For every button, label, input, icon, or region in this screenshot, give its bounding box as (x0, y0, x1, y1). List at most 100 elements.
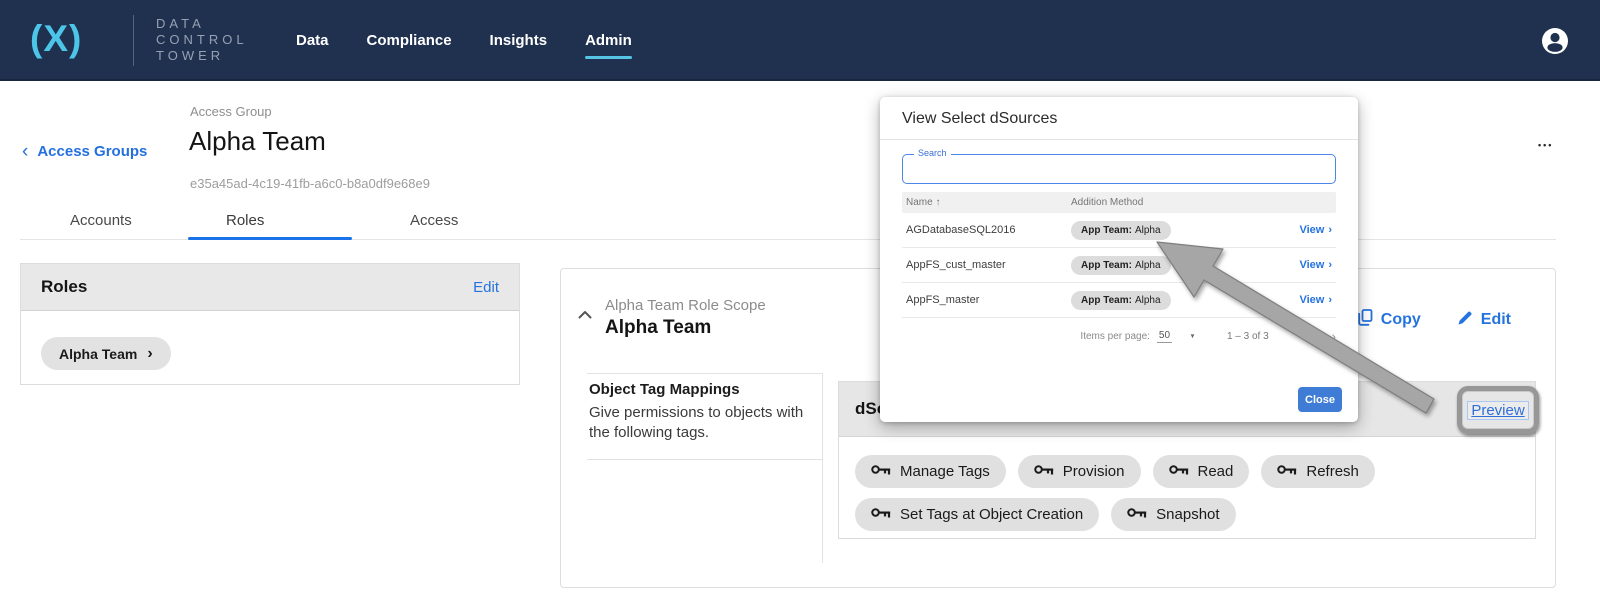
permission-chip-label: Set Tags at Object Creation (900, 506, 1083, 523)
permission-chip-label: Read (1198, 463, 1234, 480)
nav-item-compliance[interactable]: Compliance (367, 26, 452, 55)
active-tab-underline (188, 237, 352, 240)
view-link[interactable]: View › (1299, 259, 1332, 271)
back-to-access-groups-link[interactable]: ‹ Access Groups (22, 143, 147, 160)
dsources-table: Name ↑ Addition Method AGDatabaseSQL2016… (902, 192, 1336, 318)
search-input[interactable] (903, 155, 1335, 183)
role-scope-title: Alpha Team (605, 317, 711, 339)
dsource-name: AGDatabaseSQL2016 (906, 224, 1071, 236)
sort-ascending-icon: ↑ (935, 197, 940, 208)
search-field: Search (902, 154, 1336, 184)
chevron-right-icon: › (1328, 224, 1332, 236)
next-page-icon[interactable]: › (1331, 328, 1336, 344)
nav-divider (133, 15, 134, 66)
primary-nav: Data Compliance Insights Admin (296, 0, 632, 81)
dsources-permission-chips: Manage Tags Provision Read Refresh Set T… (839, 437, 1535, 549)
modal-title: View Select dSources (880, 97, 1358, 140)
brand-line: DATA (156, 16, 248, 32)
chevron-right-icon: › (1328, 259, 1332, 271)
dsource-name: AppFS_cust_master (906, 259, 1071, 271)
permission-chip-provision[interactable]: Provision (1018, 455, 1141, 488)
brand-line: CONTROL (156, 32, 248, 48)
page-range-label: 1 – 3 of 3 (1227, 331, 1269, 342)
dsource-name: AppFS_master (906, 294, 1071, 306)
access-group-eyebrow: Access Group (190, 104, 272, 119)
caret-down-icon[interactable]: ▼ (1189, 333, 1195, 340)
role-chip-alpha-team[interactable]: Alpha Team › (41, 337, 171, 370)
roles-panel-header: Roles Edit (21, 264, 519, 311)
user-avatar-icon[interactable] (1540, 26, 1570, 56)
copy-icon (1358, 309, 1373, 331)
table-row: AppFS_cust_master App Team:Alpha View › (902, 248, 1336, 283)
column-name-label: Name (906, 197, 933, 208)
brand-line: TOWER (156, 48, 248, 64)
permission-chip-label: Provision (1063, 463, 1125, 480)
preview-link[interactable]: Preview (1467, 401, 1528, 420)
pagination: Items per page: 50 ▼ 1 – 3 of 3 ‹ › (902, 328, 1336, 344)
edit-button-label: Edit (1481, 311, 1511, 329)
collapse-chevron-up-icon[interactable] (578, 306, 592, 324)
addition-method-pill: App Team:Alpha (1071, 221, 1171, 240)
view-link-label: View (1299, 259, 1324, 271)
divider (587, 373, 822, 374)
addition-method-value: Alpha (1135, 225, 1161, 236)
addition-method-pill: App Team:Alpha (1071, 256, 1171, 275)
page-title: Alpha Team (189, 126, 326, 157)
chevron-right-icon: › (147, 345, 152, 363)
top-navigation-bar: (X) DATA CONTROL TOWER Data Compliance I… (0, 0, 1600, 81)
column-header-name[interactable]: Name ↑ (906, 197, 1071, 208)
permission-chip-set-tags-at-object-creation[interactable]: Set Tags at Object Creation (855, 498, 1099, 531)
permission-chip-label: Manage Tags (900, 463, 990, 480)
divider (822, 373, 823, 563)
permission-chip-snapshot[interactable]: Snapshot (1111, 498, 1235, 531)
table-row: AGDatabaseSQL2016 App Team:Alpha View › (902, 213, 1336, 248)
divider (587, 459, 822, 460)
key-icon (1127, 506, 1147, 523)
tab-roles[interactable]: Roles (226, 212, 264, 229)
copy-button-label: Copy (1381, 311, 1421, 329)
addition-method-value: Alpha (1135, 295, 1161, 306)
page: (X) DATA CONTROL TOWER Data Compliance I… (0, 0, 1600, 616)
pencil-icon (1457, 310, 1473, 331)
permission-chip-label: Snapshot (1156, 506, 1219, 523)
tab-accounts[interactable]: Accounts (70, 212, 132, 229)
permission-chip-refresh[interactable]: Refresh (1261, 455, 1375, 488)
back-link-label: Access Groups (37, 143, 147, 160)
permission-chip-label: Refresh (1306, 463, 1359, 480)
previous-page-icon[interactable]: ‹ (1301, 328, 1306, 344)
key-icon (871, 506, 891, 523)
permission-chip-manage-tags[interactable]: Manage Tags (855, 455, 1006, 488)
view-link[interactable]: View› (1299, 294, 1332, 306)
chevron-left-icon: ‹ (22, 144, 28, 159)
view-link[interactable]: View › (1299, 224, 1332, 236)
brand-logo-icon[interactable]: (X) (30, 18, 82, 60)
items-per-page-value[interactable]: 50 (1157, 330, 1172, 343)
view-select-dsources-modal: View Select dSources Search Name ↑ Addit… (880, 97, 1358, 422)
overflow-menu-icon[interactable]: ••• (1538, 140, 1553, 150)
object-tag-mappings-description: Give permissions to objects with the fol… (589, 403, 807, 443)
roles-edit-button[interactable]: Edit (473, 279, 499, 296)
view-link-label: View (1299, 294, 1324, 306)
object-tag-mappings-title: Object Tag Mappings (589, 381, 740, 398)
tab-access[interactable]: Access (410, 212, 458, 229)
addition-method-value: Alpha (1135, 260, 1161, 271)
key-icon (871, 463, 891, 480)
search-field-label: Search (914, 148, 951, 158)
nav-item-admin[interactable]: Admin (585, 26, 632, 55)
copy-button[interactable]: Copy (1358, 309, 1421, 331)
nav-item-data[interactable]: Data (296, 26, 329, 55)
nav-item-insights[interactable]: Insights (490, 26, 548, 55)
roles-panel: Roles Edit Alpha Team › (20, 263, 520, 385)
table-row: AppFS_master App Team:Alpha View› (902, 283, 1336, 318)
role-scope-eyebrow: Alpha Team Role Scope (605, 297, 766, 314)
addition-method-pill: App Team:Alpha (1071, 291, 1171, 310)
permission-chip-read[interactable]: Read (1153, 455, 1250, 488)
view-link-label: View (1299, 224, 1324, 236)
key-icon (1034, 463, 1054, 480)
edit-button[interactable]: Edit (1457, 309, 1511, 331)
roles-panel-title: Roles (41, 277, 87, 297)
role-chip-label: Alpha Team (59, 346, 137, 362)
addition-method-prefix: App Team: (1081, 260, 1132, 271)
key-icon (1169, 463, 1189, 480)
close-button[interactable]: Close (1298, 387, 1342, 412)
